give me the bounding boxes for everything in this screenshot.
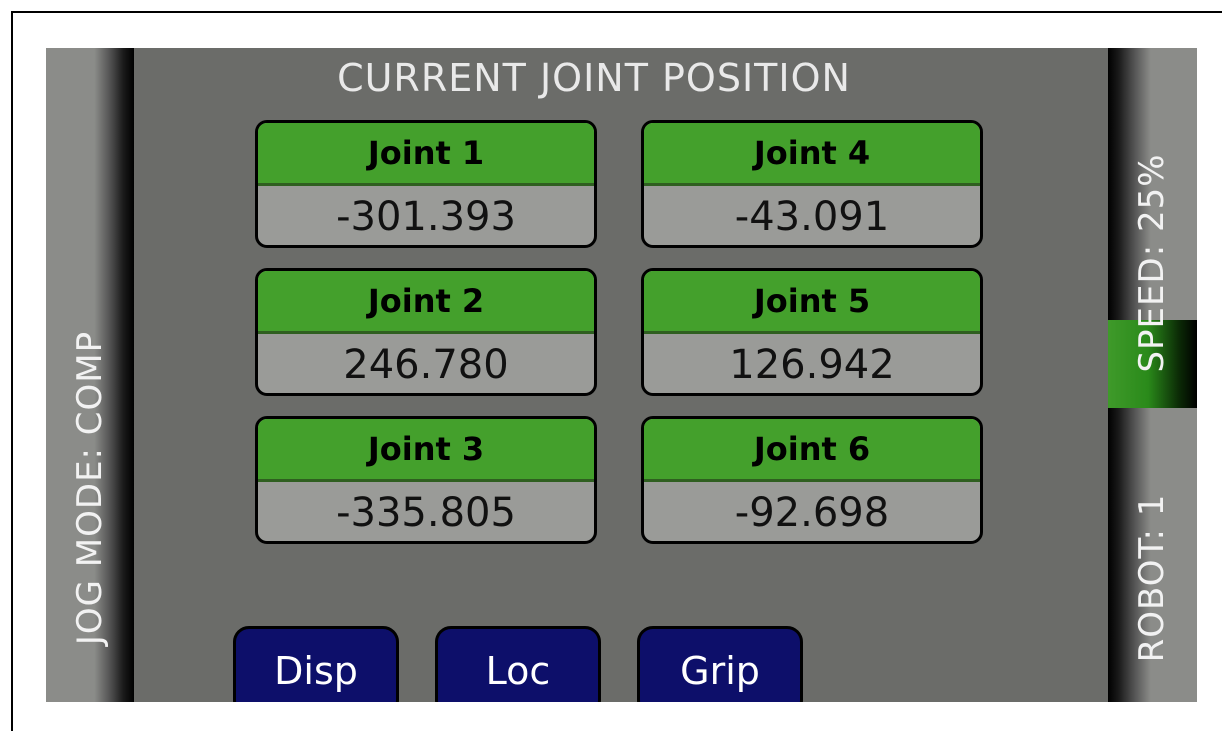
joint-2-label: Joint 2 — [258, 271, 594, 334]
joint-1-box: Joint 1 -301.393 — [255, 120, 597, 248]
frame-border-left — [11, 11, 13, 731]
joint-4-value: -43.091 — [734, 194, 890, 240]
joint-1-label: Joint 1 — [258, 123, 594, 186]
joint-1-value: -301.393 — [336, 194, 516, 240]
jog-mode-label: JOG MODE: COMP — [70, 330, 110, 646]
joint-5-box: Joint 5 126.942 — [641, 268, 983, 396]
grip-button[interactable]: Grip — [637, 626, 803, 702]
joint-5-value: 126.942 — [729, 342, 895, 388]
joint-2-box: Joint 2 246.780 — [255, 268, 597, 396]
joint-4-label: Joint 4 — [644, 123, 980, 186]
joint-3-label: Joint 3 — [258, 419, 594, 482]
pendant-screen: JOG MODE: COMP SPEED: 25% ROBOT: 1 CURRE… — [46, 48, 1197, 702]
robot-label[interactable]: ROBOT: 1 — [1132, 494, 1172, 663]
joint-6-box: Joint 6 -92.698 — [641, 416, 983, 544]
joint-6-label: Joint 6 — [644, 419, 980, 482]
joint-3-value: -335.805 — [336, 490, 516, 536]
joint-4-box: Joint 4 -43.091 — [641, 120, 983, 248]
disp-button[interactable]: Disp — [233, 626, 399, 702]
joint-5-label: Joint 5 — [644, 271, 980, 334]
joint-3-box: Joint 3 -335.805 — [255, 416, 597, 544]
joint-2-value: 246.780 — [343, 342, 509, 388]
frame-border-top — [11, 11, 1222, 13]
page-title: CURRENT JOINT POSITION — [337, 56, 851, 100]
joint-6-value: -92.698 — [734, 490, 890, 536]
speed-label[interactable]: SPEED: 25% — [1132, 153, 1172, 372]
loc-button[interactable]: Loc — [435, 626, 601, 702]
jog-mode-bar[interactable]: JOG MODE: COMP — [46, 48, 134, 702]
